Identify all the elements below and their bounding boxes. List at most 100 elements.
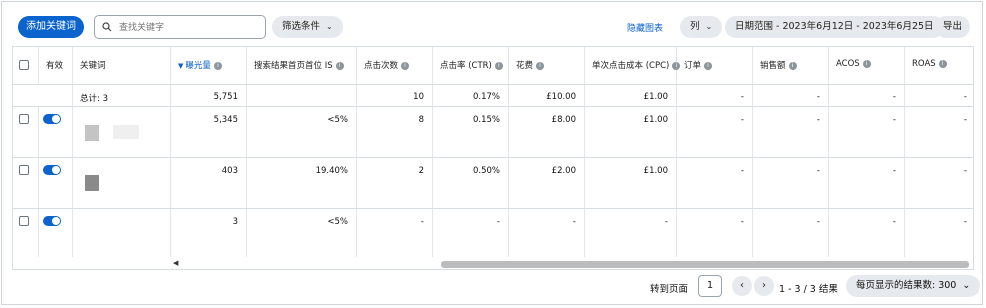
orders-cell: - <box>677 209 753 257</box>
acos-cell: - <box>829 158 905 208</box>
date-range-label: 日期范围 - 2023年6月12日 - 2023年6月25日 <box>735 21 934 32</box>
export-button[interactable]: 导出 <box>935 16 971 38</box>
info-icon[interactable]: i <box>788 61 797 70</box>
col-top-is[interactable]: 搜索结果首页首位 IS i <box>247 47 357 84</box>
sales-cell: - <box>753 158 829 208</box>
col-keyword[interactable]: 关键词 <box>73 47 171 84</box>
scroll-left-arrow-icon[interactable]: ◀ <box>173 259 178 267</box>
info-icon[interactable]: i <box>536 61 545 70</box>
ctr-cell: - <box>433 209 509 257</box>
cpc-cell: - <box>585 209 677 257</box>
table-row[interactable]: 3 <5% - - - - - - - - <box>13 209 973 257</box>
scrollbar-thumb[interactable] <box>441 261 969 268</box>
info-icon[interactable]: i <box>213 61 222 70</box>
impressions-cell: 5,345 <box>171 107 247 157</box>
clicks-cell: 2 <box>357 158 433 208</box>
summary-acos: - <box>829 85 905 106</box>
top-is-cell: <5% <box>247 107 357 157</box>
summary-label: 总计: 3 <box>73 85 171 106</box>
col-spend[interactable]: 花费 i <box>509 47 585 84</box>
summary-spend: £10.00 <box>509 85 585 106</box>
sort-desc-icon: ▼ <box>178 62 184 70</box>
orders-cell: - <box>677 107 753 157</box>
filter-button[interactable]: 筛选条件 ⌄ <box>272 16 343 38</box>
next-page-button[interactable]: › <box>754 276 774 296</box>
table-row[interactable]: 403 19.40% 2 0.50% £2.00 £1.00 - - - - <box>13 158 973 209</box>
active-toggle[interactable] <box>43 216 61 226</box>
col-acos[interactable]: ACOS i <box>829 47 905 84</box>
select-all-checkbox[interactable] <box>19 60 29 70</box>
horizontal-scrollbar[interactable]: ◀ <box>173 259 973 269</box>
acos-cell: - <box>829 209 905 257</box>
top-is-cell: <5% <box>247 209 357 257</box>
roas-cell: - <box>963 166 967 176</box>
orders-cell: - <box>677 158 753 208</box>
summary-cpc: £1.00 <box>585 85 677 106</box>
clicks-cell: - <box>357 209 433 257</box>
results-range: 1 - 3 / 3 结果 <box>779 284 838 295</box>
info-icon[interactable]: i <box>862 59 871 68</box>
table-header: 有效 关键词 ▼ 曝光量 i 搜索结果首页首位 IS i 点击次数 i 点击率 (CTR… <box>13 47 973 85</box>
search-icon <box>102 22 112 32</box>
chevron-right-icon: › <box>762 280 766 291</box>
page-number-input[interactable]: 1 <box>698 275 722 297</box>
acos-cell: - <box>829 107 905 157</box>
row-checkbox[interactable] <box>19 165 29 175</box>
goto-page-label: 转到页面 <box>650 284 689 295</box>
chevron-down-icon: ⌄ <box>705 22 713 31</box>
ctr-cell: 0.50% <box>433 158 509 208</box>
add-keyword-button[interactable]: 添加关键词 <box>18 16 84 38</box>
summary-impressions: 5,751 <box>171 85 247 106</box>
col-clicks[interactable]: 点击次数 i <box>357 47 433 84</box>
cpc-cell: £1.00 <box>585 158 677 208</box>
row-checkbox[interactable] <box>19 114 29 124</box>
active-toggle[interactable] <box>43 165 61 175</box>
sales-cell: - <box>753 107 829 157</box>
pagination-bar: 转到页面 1 ‹ › 1 - 3 / 3 结果 每页显示的结果数: 300 ⌄ <box>2 272 982 300</box>
info-icon[interactable]: i <box>401 61 410 70</box>
spend-cell: - <box>509 209 585 257</box>
summary-orders: - <box>677 85 753 106</box>
col-cpc[interactable]: 单次点击成本 (CPC) i <box>585 47 681 84</box>
hide-chart-link[interactable]: 隐藏图表 <box>627 21 663 34</box>
per-page-select[interactable]: 每页显示的结果数: 300 ⌄ <box>846 275 981 297</box>
cpc-cell: £1.00 <box>585 107 677 157</box>
active-toggle[interactable] <box>43 114 61 124</box>
clicks-cell: 8 <box>357 107 433 157</box>
summary-row: 总计: 3 5,751 10 0.17% £10.00 £1.00 - - - … <box>13 85 973 107</box>
summary-roas: - <box>963 92 967 102</box>
keywords-panel: 添加关键词 筛选条件⌄ 隐藏图表 列⌄ 日期范围 - 2023年6月12日 - … <box>1 1 983 305</box>
col-active[interactable]: 有效 <box>39 47 73 84</box>
summary-sales: - <box>753 85 829 106</box>
chevron-down-icon: ⌄ <box>962 280 971 291</box>
info-icon[interactable]: i <box>335 61 344 70</box>
col-orders[interactable]: 订单 i <box>677 47 753 84</box>
summary-clicks: 10 <box>357 85 433 106</box>
search-box[interactable] <box>94 15 266 39</box>
prev-page-button[interactable]: ‹ <box>732 276 752 296</box>
ctr-cell: 0.15% <box>433 107 509 157</box>
columns-label: 列 <box>690 21 700 32</box>
table-row[interactable]: 5,345 <5% 8 0.15% £8.00 £1.00 - - - - <box>13 107 973 158</box>
col-ctr[interactable]: 点击率 (CTR) i <box>433 47 509 84</box>
filter-label: 筛选条件 <box>282 21 321 32</box>
per-page-label: 每页显示的结果数: 300 <box>856 280 957 291</box>
row-checkbox[interactable] <box>19 216 29 226</box>
keyword-cell <box>73 209 171 257</box>
roas-cell: - <box>963 217 967 227</box>
col-sales[interactable]: 销售额 i <box>753 47 829 84</box>
redacted-keyword <box>85 175 99 191</box>
info-icon[interactable]: i <box>704 61 713 70</box>
spend-cell: £2.00 <box>509 158 585 208</box>
date-range-button[interactable]: 日期范围 - 2023年6月12日 - 2023年6月25日 <box>725 16 944 38</box>
col-roas[interactable]: ROAS i <box>905 47 973 84</box>
keyword-cell <box>73 107 171 157</box>
chevron-left-icon: ‹ <box>740 280 744 291</box>
columns-button[interactable]: 列 ⌄ <box>680 16 723 38</box>
info-icon[interactable]: i <box>938 59 947 68</box>
search-input[interactable] <box>117 18 261 38</box>
top-is-cell: 19.40% <box>247 158 357 208</box>
spend-cell: £8.00 <box>509 107 585 157</box>
col-impressions[interactable]: ▼ 曝光量 i <box>171 47 247 84</box>
info-icon[interactable]: i <box>494 61 503 70</box>
